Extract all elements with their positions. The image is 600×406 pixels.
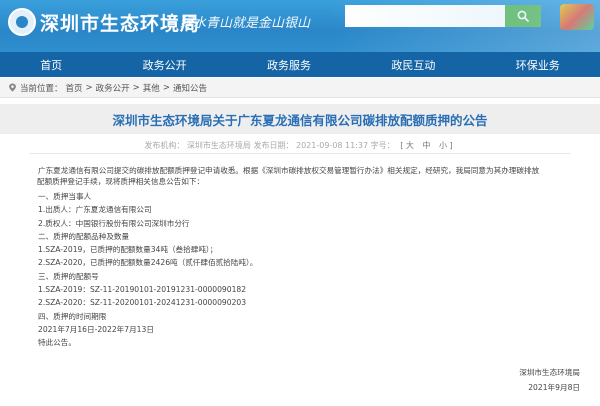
slogan: 绿水青山就是金山银山 [180,16,311,31]
intro-line: 广东夏龙通信有限公司提交的碳排放配额质押登记申请收悉。根据《深圳市碳排放权交易管… [38,166,540,175]
breadcrumb-prefix: 当前位置： [20,83,63,94]
main-nav: 首页 政务公开 政务服务 政民互动 环保业务 [0,52,600,77]
search-button[interactable] [505,5,541,27]
nav-item-home[interactable]: 首页 [30,57,72,73]
article-title-band: 深圳市生态环境局关于广东夏龙通信有限公司碳排放配额质押的公告 [0,104,600,134]
emblem-logo[interactable] [8,8,36,36]
breadcrumb-sep: > [162,82,170,93]
body-line: 1.SZA-2019，已质押的配额数量34吨（叁拾肆吨）； [38,245,218,255]
body-line: 特此公告。 [38,338,76,348]
site-title[interactable]: 深圳市生态环境局 [40,9,200,36]
search-icon [517,10,529,22]
nav-item-env-business[interactable]: 环保业务 [506,57,570,73]
body-line: 2.SZA-2020，已质押的配额数量2426吨（贰仟肆佰贰拾陆吨）。 [38,258,258,268]
header-banner: 深圳市生态环境局 绿水青山就是金山银山 [0,0,600,52]
sign-date: 2021年9月8日 [528,383,580,392]
search-input[interactable] [345,5,505,27]
location-icon [9,83,16,92]
event-logo [560,4,594,30]
body-line: 2.SZA-2020：SZ-11-20200101-20241231-00000… [38,298,247,308]
breadcrumb-item-notices[interactable]: 通知公告 [173,82,207,94]
body-line: 三、质押的配额号 [38,271,99,281]
article-body: 广东夏龙通信有限公司提交的碳排放配额质押登记申请收悉。根据《深圳市碳排放权交易管… [37,165,578,350]
body-line: 1.SZA-2019：SZ-11-20190101-20191231-00000… [38,285,247,295]
body-line: 2.质权人：中国银行股份有限公司深圳市分行 [38,218,190,228]
meta-text: 发布机构： 深圳市生态环境局 发布日期： 2021-09-08 11:37 字号… [144,141,395,150]
intro-line: 配额质押登记手续，现将质押相关信息公告如下： [37,177,205,186]
font-size-small-button[interactable]: 小 ] [439,141,453,150]
breadcrumb-item-home[interactable]: 首页 [66,82,83,94]
divider [30,153,570,154]
nav-item-interaction[interactable]: 政民互动 [381,57,445,73]
body-line: 2021年7月16日-2022年7月13日 [38,324,154,334]
body-line: 1.出质人：广东夏龙通信有限公司 [38,205,152,215]
signer: 深圳市生态环境局 [519,368,580,377]
body-line: 一、质押当事人 [38,192,92,201]
breadcrumb: 当前位置： 首页 > 政务公开 > 其他 > 通知公告 [0,78,600,98]
nav-item-gov-affairs[interactable]: 政务公开 [133,57,197,73]
article-title: 深圳市生态环境局关于广东夏龙通信有限公司碳排放配额质押的公告 [112,112,488,128]
body-line: 四、质押的时间期限 [38,311,107,321]
font-size-medium-button[interactable]: 中 [422,141,430,150]
breadcrumb-sep: > [85,82,93,93]
font-size-large-button[interactable]: [ 大 [400,141,414,150]
article-meta: 发布机构： 深圳市生态环境局 发布日期： 2021-09-08 11:37 字号… [0,140,600,151]
intro-paragraph: 广东夏龙通信有限公司提交的碳排放配额质押登记申请收悉。根据《深圳市碳排放权交易管… [37,165,578,187]
signature-block: 深圳市生态环境局 2021年9月8日 [519,365,580,395]
breadcrumb-sep: > [132,82,140,93]
breadcrumb-item-gov-affairs[interactable]: 政务公开 [96,82,130,94]
nav-item-gov-services[interactable]: 政务服务 [257,57,321,73]
body-line: 二、质押的配额品种及数量 [38,231,130,241]
breadcrumb-item-other[interactable]: 其他 [143,82,160,94]
